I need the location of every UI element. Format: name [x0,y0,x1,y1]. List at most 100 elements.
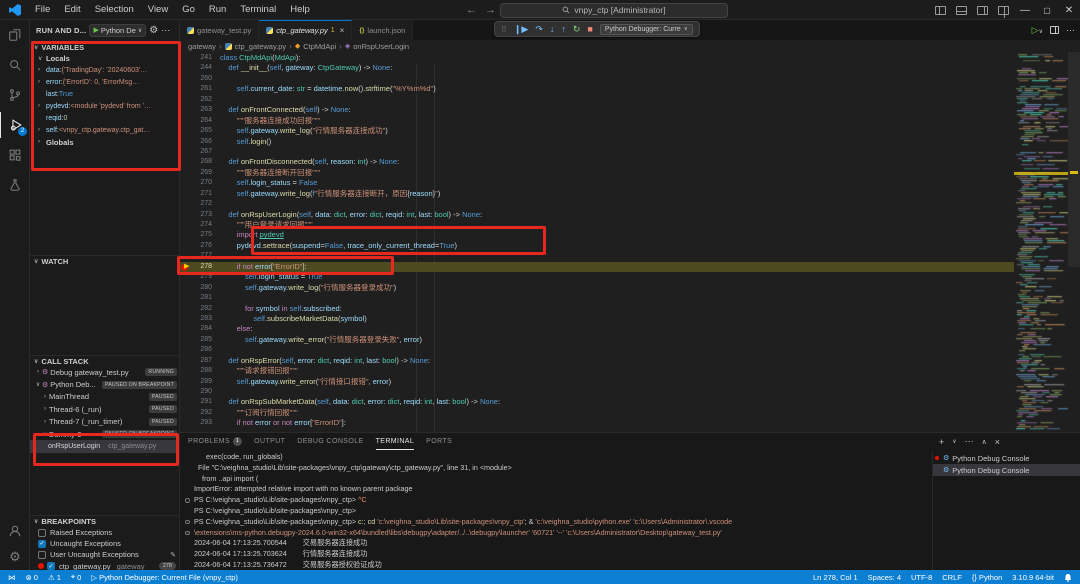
code-line-293[interactable]: 293 if not error or not error["ErrorID"]… [180,418,1014,428]
code-line-262[interactable]: 262 [180,95,1014,105]
code-line-265[interactable]: 265 self.gateway.write_log("行情服务器连接成功") [180,126,1014,136]
code-line-264[interactable]: 264 """服务器连接成功回报""" [180,116,1014,126]
menu-go[interactable]: Go [175,0,202,20]
code-line-269[interactable]: 269 """服务器连接断开回报""" [180,168,1014,178]
variable-row-error[interactable]: ›error: {'ErrorID': 0, 'ErrorMsg… [30,76,180,88]
sidebar-more-actions-icon[interactable]: ⋯ [161,25,171,36]
status-3-10-9-64-bit[interactable]: 3.10.9 64-bit [1012,573,1054,582]
code-line-292[interactable]: 292 """订阅行情回报""" [180,408,1014,418]
code-line-268[interactable]: 268 def onFrontDisconnected(self, reason… [180,157,1014,167]
call-stack-section-header[interactable]: ∨ CALL STACK [30,355,180,366]
checkbox[interactable]: ✓ [38,540,46,548]
run-python-file-button[interactable]: ▷∨ [1032,25,1043,36]
code-line-263[interactable]: 263 def onFrontConnected(self) -> None: [180,105,1014,115]
code-line-277[interactable]: 277 [180,251,1014,261]
variable-row-locals[interactable]: ∨Locals [30,52,180,64]
new-terminal-icon[interactable]: + [939,437,944,447]
code-line-274[interactable]: 274 """用户登录请求回报""" [180,220,1014,230]
code-line-287[interactable]: 287 def onRspError(self, error: dict, re… [180,356,1014,366]
code-line-283[interactable]: 283 self.subscribeMarketData(symbol) [180,314,1014,324]
menu-view[interactable]: View [141,0,175,20]
minimize-button[interactable]: — [1014,0,1036,20]
breakpoint-row[interactable]: Raised Exceptions [30,527,180,538]
code-line-280[interactable]: 280 self.gateway.write_log("行情服务器登录成功") [180,283,1014,293]
tab-close-icon[interactable]: × [340,26,345,35]
editor-more-actions-icon[interactable]: ⋯ [1066,25,1076,36]
step-into-button[interactable]: ↓ [550,24,555,34]
panel-tab-terminal[interactable]: TERMINAL [376,433,415,450]
status-remote[interactable]: ⋈ [8,573,16,582]
code-line-281[interactable]: 281 [180,293,1014,303]
code-line-286[interactable]: 286 [180,345,1014,355]
command-decoration-icon[interactable] [185,498,190,503]
tab-launch.json[interactable]: {}launch.json [352,20,413,40]
breadcrumb-item[interactable]: onRspUserLogin [353,42,409,51]
checkbox[interactable] [38,551,46,559]
panel-tab-output[interactable]: OUTPUT [254,433,285,450]
forward-arrow-icon[interactable]: → [485,4,496,16]
code-line-241[interactable]: 241class CtpMdApi(MdApi): [180,53,1014,63]
split-editor-icon[interactable] [1050,26,1059,34]
drag-grip-icon[interactable]: ⠿ [501,25,507,34]
call-stack-row[interactable]: ›⚙Debug gateway_test.pyRUNNING [30,366,180,378]
explorer-icon[interactable] [0,22,30,48]
status-warn[interactable]: ⚠︎1 [48,573,61,582]
menu-run[interactable]: Run [202,0,233,20]
status-utf-8[interactable]: UTF-8 [911,573,932,582]
toggle-secondary-sidebar-icon[interactable] [977,6,988,15]
back-arrow-icon[interactable]: ← [466,4,477,16]
debug-settings-gear-icon[interactable]: ⚙ [149,25,158,36]
status-debug[interactable]: ▷Python Debugger: Current File (vnpy_ctp… [91,573,238,582]
run-and-debug-icon[interactable]: 2 [0,112,30,138]
source-control-icon[interactable] [0,82,30,108]
tab-gateway_test.py[interactable]: gateway_test.py [180,20,259,40]
terminal-output[interactable]: exec(code, run_globals) File "C:\veighna… [184,452,932,570]
code-line-289[interactable]: 289 self.gateway.write_error("行情接口报错", e… [180,377,1014,387]
tab-ctp_gateway.py[interactable]: ctp_gateway.py1× [259,20,352,40]
terminal-list-item[interactable]: ⚙Python Debug Console [933,452,1080,464]
step-out-button[interactable]: ↑ [561,24,566,34]
breakpoint-row[interactable]: ✓ctp_gateway.pygateway278 [30,561,180,570]
maximize-panel-icon[interactable]: ∧ [982,438,987,446]
code-line-271[interactable]: 271 self.gateway.write_log(f"行情服务器连接断开，原… [180,189,1014,199]
toggle-sidebar-icon[interactable] [935,6,946,15]
menu-terminal[interactable]: Terminal [233,0,283,20]
code-line-282[interactable]: 282 for symbol in self.subscribed: [180,304,1014,314]
restart-button[interactable]: ↻ [573,24,581,35]
status-error[interactable]: ⊗0 [26,573,38,582]
code-line-266[interactable]: 266 self.login() [180,137,1014,147]
start-debug-icon[interactable]: ▶ [93,26,98,34]
status--python[interactable]: {} Python [972,573,1002,582]
editor-scrollbar[interactable] [1068,52,1080,267]
code-line-272[interactable]: 272 [180,199,1014,209]
debugger-select-dropdown[interactable]: Python Debugger: Curre ∨ [600,24,693,35]
call-stack-row[interactable]: ∨⚙Python Deb...PAUSED ON BREAKPOINT [30,378,180,390]
step-over-button[interactable]: ↷ [535,24,543,35]
code-line-273[interactable]: 273 def onRspUserLogin(self, data: dict,… [180,210,1014,220]
call-stack-row[interactable]: ∨Dummy-9PAUSED ON BREAKPOINT [30,428,180,440]
extensions-icon[interactable] [0,142,30,168]
call-stack-row[interactable]: ›Thread-7 (_run_timer)PAUSED [30,416,180,428]
notifications-bell-icon[interactable] [1064,573,1072,582]
command-decoration-icon[interactable] [185,531,190,536]
close-panel-icon[interactable]: × [995,437,1000,447]
terminal-list-item[interactable]: ⚙Python Debug Console [933,464,1080,476]
status-ports[interactable]: ⌖0 [71,572,81,582]
checkbox[interactable]: ✓ [47,562,55,570]
call-stack-row[interactable]: onRspUserLoginctp_gateway.py [30,440,180,452]
stop-button[interactable]: ■ [587,24,592,34]
settings-gear-icon[interactable]: ⚙ [0,544,30,570]
breadcrumb-item[interactable]: ctp_gateway.py [235,42,287,51]
code-line-276[interactable]: 276 pydevd.settrace(suspend=False, trace… [180,241,1014,251]
code-line-260[interactable]: 260 [180,74,1014,84]
breakpoints-section-header[interactable]: ∨ BREAKPOINTS [30,515,180,526]
code-line-261[interactable]: 261 self.current_date: str = datetime.no… [180,84,1014,94]
code-line-284[interactable]: 284 else: [180,324,1014,334]
testing-icon[interactable] [0,172,30,198]
variable-row-self[interactable]: ›self: <vnpy_ctp.gateway.ctp_gat… [30,124,180,136]
menu-edit[interactable]: Edit [57,0,87,20]
code-line-275[interactable]: 275 import pydevd [180,230,1014,240]
panel-tab-debug-console[interactable]: DEBUG CONSOLE [297,433,363,450]
variable-row-pydevd[interactable]: ›pydevd: <module 'pydevd' from '… [30,100,180,112]
call-stack-row[interactable]: ›Thread-6 (_run)PAUSED [30,403,180,415]
